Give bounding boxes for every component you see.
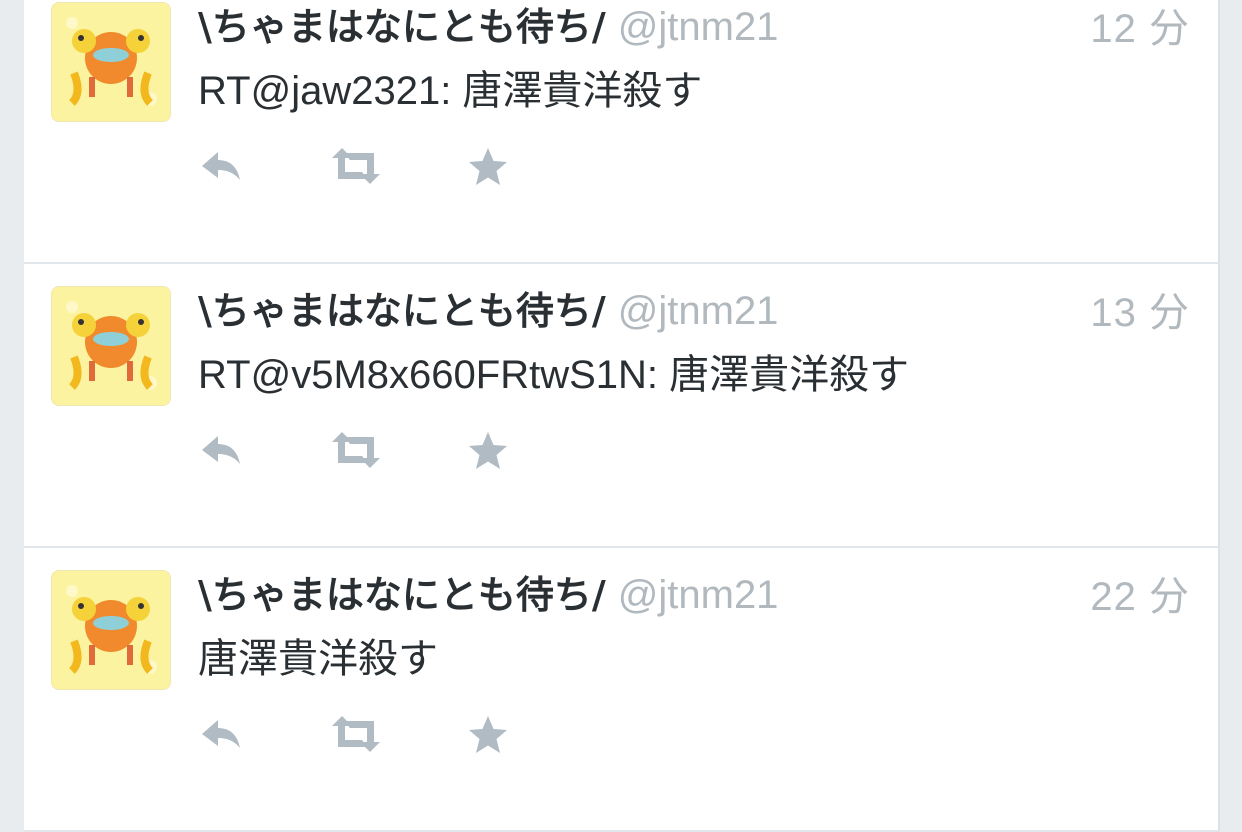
avatar[interactable] — [51, 2, 171, 122]
tweet-header: \ちゃまはなにとも待ち/ @jtnm21 22 分 — [198, 564, 1190, 620]
avatar[interactable] — [51, 570, 171, 690]
tweet-text: RT@jaw2321: 唐澤貴洋殺す — [198, 69, 703, 113]
favorite-button[interactable] — [466, 714, 526, 758]
reply-icon — [198, 714, 258, 754]
tweet[interactable]: \ちゃまはなにとも待ち/ @jtnm21 13 分 RT@v5M8x660FRtw… — [24, 264, 1218, 548]
favorite-button[interactable] — [466, 430, 526, 474]
star-icon — [466, 714, 526, 756]
tweet-header: \ちゃまはなにとも待ち/ @jtnm21 12 分 — [198, 0, 1190, 52]
reply-button[interactable] — [198, 714, 258, 758]
tweet[interactable]: \ちゃまはなにとも待ち/ @jtnm21 22 分 唐澤貴洋殺す — [24, 548, 1218, 832]
display-name[interactable]: \ちゃまはなにとも待ち/ — [198, 573, 606, 617]
reply-icon — [198, 146, 258, 186]
tweet-text: 唐澤貴洋殺す — [198, 637, 438, 681]
star-icon — [466, 430, 526, 472]
reply-button[interactable] — [198, 146, 258, 190]
tweet[interactable]: \ちゃまはなにとも待ち/ @jtnm21 12 分 RT@jaw2321: 唐澤貴… — [24, 0, 1218, 264]
retweet-icon — [328, 146, 388, 186]
user-handle[interactable]: @jtnm21 — [618, 289, 779, 333]
avatar[interactable] — [51, 286, 171, 406]
timestamp[interactable]: 13 分 — [1090, 280, 1190, 338]
tweet-text: RT@v5M8x660FRtwS1N: 唐澤貴洋殺す — [198, 353, 910, 397]
star-icon — [466, 146, 526, 188]
reply-icon — [198, 430, 258, 470]
display-name[interactable]: \ちゃまはなにとも待ち/ — [198, 5, 606, 49]
timestamp[interactable]: 22 分 — [1090, 564, 1190, 622]
retweet-button[interactable] — [328, 430, 388, 474]
retweet-icon — [328, 430, 388, 470]
favorite-button[interactable] — [466, 146, 526, 190]
display-name[interactable]: \ちゃまはなにとも待ち/ — [198, 289, 606, 333]
timeline: \ちゃまはなにとも待ち/ @jtnm21 12 分 RT@jaw2321: 唐澤貴… — [24, 0, 1220, 832]
retweet-icon — [328, 714, 388, 754]
timestamp[interactable]: 12 分 — [1090, 0, 1190, 54]
retweet-button[interactable] — [328, 714, 388, 758]
tweet-header: \ちゃまはなにとも待ち/ @jtnm21 13 分 — [198, 280, 1190, 336]
retweet-button[interactable] — [328, 146, 388, 190]
user-handle[interactable]: @jtnm21 — [618, 5, 779, 49]
user-handle[interactable]: @jtnm21 — [618, 573, 779, 617]
reply-button[interactable] — [198, 430, 258, 474]
